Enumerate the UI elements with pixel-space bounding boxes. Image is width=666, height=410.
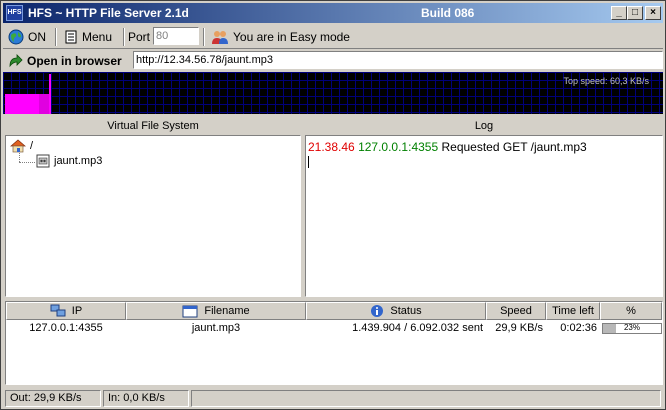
mode-label: You are in Easy mode: [233, 30, 350, 44]
toolbar: ON Menu Port 80 You are in Easy mode: [3, 25, 663, 49]
column-filename[interactable]: Filename: [126, 302, 306, 320]
out-speed: Out: 29,9 KB/s: [5, 390, 101, 407]
bandwidth-graph: Top speed: 60,3 KB/s: [3, 72, 663, 114]
on-label: ON: [28, 30, 46, 44]
globe-icon: [8, 29, 24, 45]
top-speed-label: Top speed: 60,3 KB/s: [563, 76, 649, 86]
url-bar: Open in browser http://12.34.56.78/jaunt…: [3, 50, 663, 71]
build-label: Build 086: [421, 6, 475, 20]
log-time: 21.38.46: [308, 140, 355, 154]
toolbar-separator: [55, 28, 57, 46]
connections-list[interactable]: IP Filename Status Speed Time left % 127…: [5, 301, 663, 385]
column-ip-label: IP: [71, 305, 83, 317]
network-icon: [50, 304, 66, 317]
connection-row[interactable]: 127.0.0.1:4355 jaunt.mp3 1.439.904 / 6.0…: [6, 321, 662, 335]
graph-bar: [5, 94, 39, 114]
column-status[interactable]: Status: [306, 302, 486, 320]
hfs-window: HFS HFS ~ HTTP File Server 2.1d Build 08…: [0, 0, 666, 410]
hfs-app-icon[interactable]: HFS: [6, 5, 23, 21]
toolbar-separator: [123, 28, 125, 46]
column-ip[interactable]: IP: [6, 302, 126, 320]
connections-header: IP Filename Status Speed Time left %: [6, 302, 662, 320]
info-icon: [371, 305, 384, 317]
column-speed-label: Speed: [500, 305, 532, 317]
users-icon: [212, 31, 228, 44]
home-icon: [10, 139, 26, 153]
column-time-left[interactable]: Time left: [546, 302, 600, 320]
tree-connector: [19, 153, 20, 162]
status-bar: Out: 29,9 KB/s In: 0,0 KB/s: [3, 389, 663, 408]
window-title: HFS ~ HTTP File Server 2.1d: [28, 6, 189, 20]
port-label: Port: [128, 30, 151, 44]
tree-root[interactable]: /: [10, 139, 33, 153]
minimize-button[interactable]: _: [611, 6, 627, 20]
column-time-left-label: Time left: [552, 305, 594, 317]
mode-button[interactable]: You are in Easy mode: [208, 27, 353, 47]
menu-label: Menu: [82, 30, 113, 44]
text-cursor: [308, 156, 309, 168]
log-header: Log: [474, 120, 494, 132]
log-entry: 21.38.46 127.0.0.1:4355 Requested GET /j…: [308, 140, 660, 154]
row-status: 1.439.904 / 6.092.032 sent: [352, 322, 483, 334]
in-speed: In: 0,0 KB/s: [103, 390, 189, 407]
open-arrow-icon: [9, 53, 23, 67]
open-in-browser-label: Open in browser: [27, 53, 122, 68]
row-ip: 127.0.0.1:4355: [29, 322, 103, 334]
column-percent-label: %: [626, 305, 636, 317]
column-percent[interactable]: %: [600, 302, 662, 320]
log-ip: 127.0.0.1:4355: [358, 140, 439, 154]
open-in-browser-button[interactable]: Open in browser: [7, 51, 122, 70]
tree-root-label: /: [30, 140, 34, 152]
title-bar[interactable]: HFS HFS ~ HTTP File Server 2.1d Build 08…: [3, 3, 663, 23]
menu-icon: [65, 30, 77, 44]
log-message: Requested GET /jaunt.mp3: [441, 140, 587, 154]
row-percent: 23%: [623, 323, 640, 332]
row-speed: 29,9 KB/s: [495, 322, 543, 334]
graph-bar: [39, 94, 49, 114]
status-empty: [191, 390, 661, 407]
on-button[interactable]: ON: [5, 27, 49, 47]
url-field[interactable]: http://12.34.56.78/jaunt.mp3: [133, 51, 663, 69]
column-speed[interactable]: Speed: [486, 302, 546, 320]
log-panel[interactable]: 21.38.46 127.0.0.1:4355 Requested GET /j…: [305, 135, 663, 297]
row-time-left: 0:02:36: [560, 322, 597, 334]
close-button[interactable]: ×: [645, 6, 661, 20]
row-progress-bar: 23%: [602, 323, 662, 334]
toolbar-separator: [203, 28, 205, 46]
port-input[interactable]: 80: [153, 27, 199, 45]
maximize-button[interactable]: □: [627, 6, 643, 20]
audio-file-icon: [36, 154, 50, 168]
tree-item-label: jaunt.mp3: [54, 155, 103, 167]
window-icon: [182, 305, 198, 317]
tree-item[interactable]: jaunt.mp3: [36, 154, 102, 168]
tree-connector: [19, 162, 35, 163]
graph-bar: [49, 74, 51, 114]
vfs-tree[interactable]: / jaunt.mp3: [5, 135, 301, 297]
menu-button[interactable]: Menu: [61, 27, 115, 47]
vfs-header: Virtual File System: [107, 120, 199, 132]
row-filename: jaunt.mp3: [191, 322, 241, 334]
column-filename-label: Filename: [204, 305, 250, 317]
column-status-label: Status: [390, 305, 422, 317]
